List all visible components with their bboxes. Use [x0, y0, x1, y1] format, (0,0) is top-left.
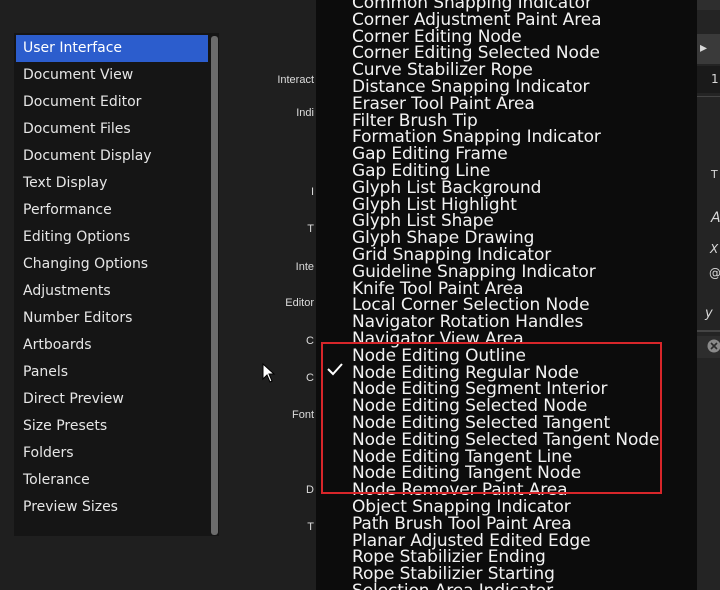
highlight-annotation-box — [321, 342, 662, 494]
sidebar-scrollbar[interactable] — [211, 36, 218, 535]
setting-label: C — [306, 335, 314, 347]
sidebar-item-folders[interactable]: Folders — [16, 440, 208, 467]
sidebar-item-tolerance[interactable]: Tolerance — [16, 467, 208, 494]
right-side-panel: ▸ 1 T A X @ y — [697, 0, 720, 590]
preferences-category-list: User Interface Document View Document Edit… — [14, 33, 219, 536]
setting-label: Interact — [277, 74, 314, 86]
sidebar-item-direct-preview[interactable]: Direct Preview — [16, 386, 208, 413]
setting-label: Editor — [285, 297, 314, 309]
sidebar-item-adjustments[interactable]: Adjustments — [16, 278, 208, 305]
setting-label: Font — [291, 409, 314, 421]
mouse-cursor-icon — [262, 363, 276, 383]
sidebar-item-size-presets[interactable]: Size Presets — [16, 413, 208, 440]
expand-arrow-icon[interactable]: ▸ — [700, 40, 707, 56]
sidebar-item-document-files[interactable]: Document Files — [16, 116, 208, 143]
font-icon[interactable]: A — [711, 210, 720, 226]
setting-label: T — [307, 521, 314, 533]
color-element-dropdown-list[interactable]: Common Snapping Indicator Corner Adjustme… — [316, 0, 697, 590]
setting-label: T — [307, 223, 314, 235]
sidebar-item-artboards[interactable]: Artboards — [16, 332, 208, 359]
at-symbol-icon[interactable]: @ — [709, 266, 720, 280]
sidebar-item-user-interface[interactable]: User Interface — [16, 35, 208, 62]
sidebar-item-text-display[interactable]: Text Display — [16, 170, 208, 197]
sidebar-item-performance[interactable]: Performance — [16, 197, 208, 224]
sidebar-item-preview-sizes[interactable]: Preview Sizes — [16, 494, 208, 521]
panel-field-value[interactable]: 1 — [711, 72, 719, 86]
y-glyph-icon[interactable]: y — [705, 306, 713, 321]
sidebar-item-number-editors[interactable]: Number Editors — [16, 305, 208, 332]
setting-label: D — [306, 484, 314, 496]
close-mark-icon[interactable]: X — [710, 242, 718, 256]
setting-label: Indi — [296, 107, 314, 119]
sidebar-item-panels[interactable]: Panels — [16, 359, 208, 386]
setting-label: I — [310, 186, 314, 198]
text-style-icon[interactable]: T — [711, 168, 718, 181]
close-circle-icon[interactable] — [707, 339, 720, 353]
setting-label: C — [306, 372, 314, 384]
sidebar-item-document-editor[interactable]: Document Editor — [16, 89, 208, 116]
sidebar-item-editing-options[interactable]: Editing Options — [16, 224, 208, 251]
dropdown-item-selection-area-indicator[interactable]: Selection Area Indicator — [352, 583, 553, 590]
setting-label: Inte — [295, 261, 314, 273]
sidebar-item-document-view[interactable]: Document View — [16, 62, 208, 89]
sidebar-item-changing-options[interactable]: Changing Options — [16, 251, 208, 278]
sidebar-item-document-display[interactable]: Document Display — [16, 143, 208, 170]
